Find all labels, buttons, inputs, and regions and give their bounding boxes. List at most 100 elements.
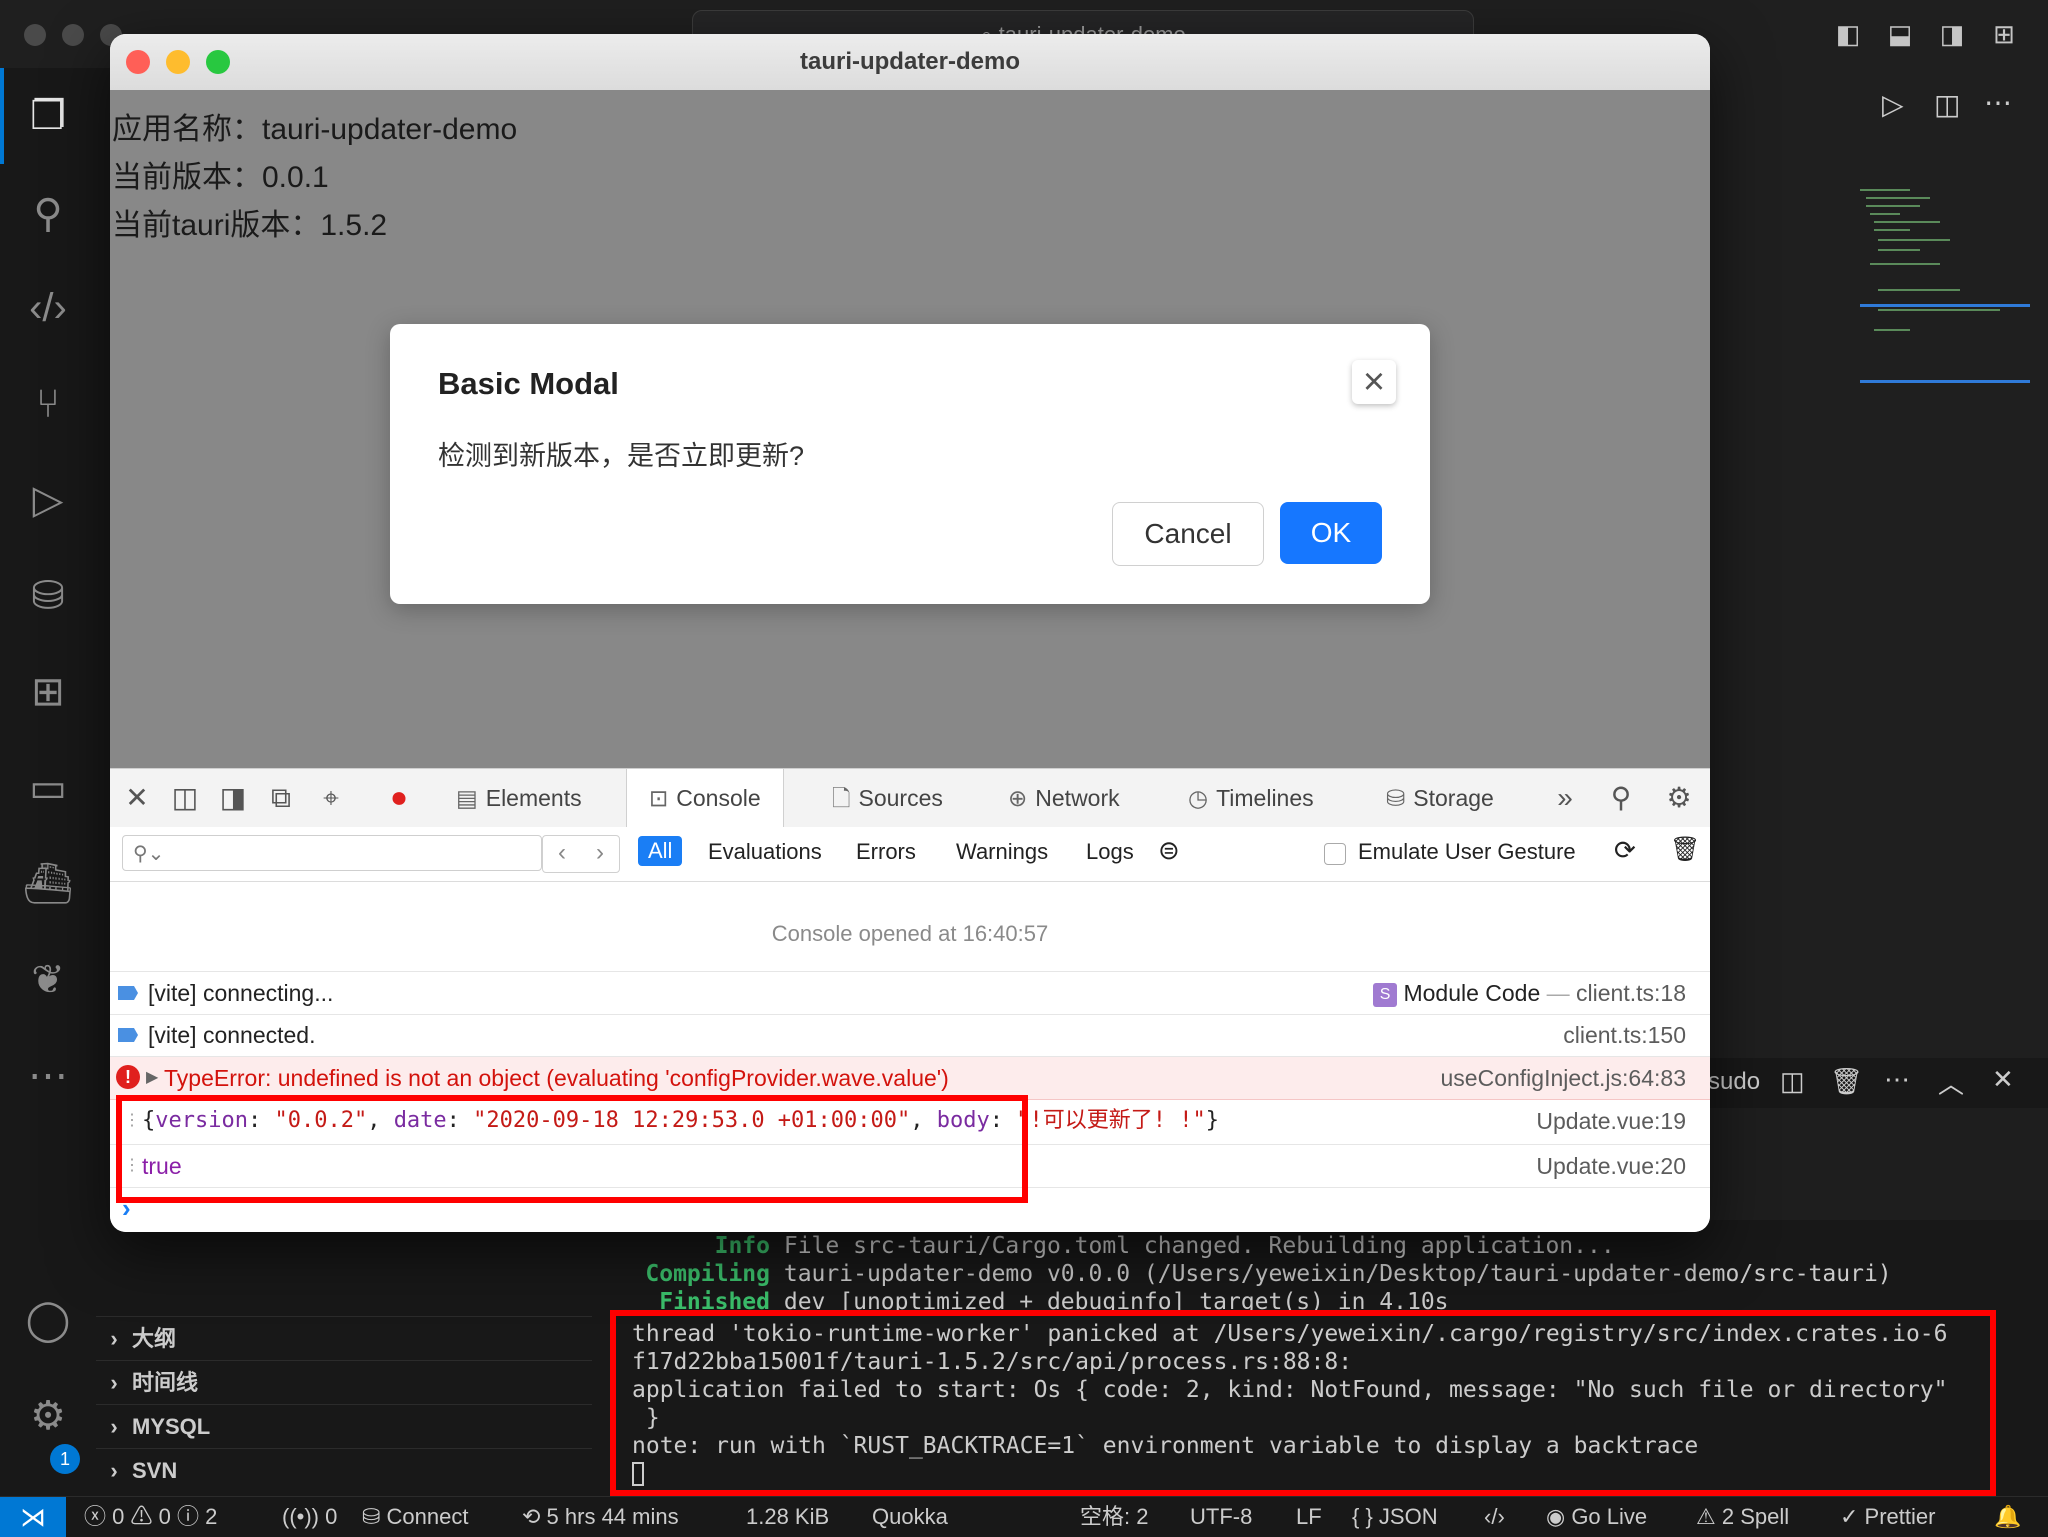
encoding-status[interactable]: UTF-8: [1190, 1497, 1252, 1537]
terminal-name[interactable]: sudo: [1708, 1068, 1760, 1096]
minimap[interactable]: [1850, 180, 2030, 420]
more-actions-icon[interactable]: ⋯: [1984, 86, 2012, 119]
modal-body: 检测到新版本，是否立即更新?: [438, 441, 805, 471]
notifications-bell-icon[interactable]: 🔔: [1994, 1497, 2021, 1537]
detach-window-icon[interactable]: ⧉: [264, 781, 298, 815]
more-tabs-icon[interactable]: »: [1548, 781, 1582, 815]
close-icon[interactable]: ×: [1352, 360, 1396, 404]
problems-status[interactable]: ⓧ 0 ⚠ 0 ⓘ 2: [84, 1497, 217, 1537]
close-panel-icon[interactable]: ✕: [1992, 1064, 2014, 1095]
filter-all[interactable]: All: [638, 836, 683, 866]
console-opened-text: Console opened at 16:40:57: [771, 921, 1049, 946]
remote-indicator-icon[interactable]: ⋊: [0, 1497, 66, 1537]
run-icon[interactable]: ▷: [1882, 88, 1904, 121]
split-editor-icon[interactable]: ◫: [1934, 88, 1960, 121]
log-row[interactable]: [vite] connecting... S Module Code — cli…: [110, 971, 1710, 1015]
tab-timelines[interactable]: ◷ Timelines: [1188, 769, 1314, 827]
remote-code-icon[interactable]: ‹/›: [1484, 1497, 1505, 1537]
tab-sources[interactable]: 🗋 Sources: [832, 769, 943, 827]
tab-console[interactable]: ⊡ Console: [626, 769, 784, 828]
clear-console-icon[interactable]: 🗑: [1670, 835, 1700, 864]
remote-explorer-icon[interactable]: ‹/›: [18, 278, 78, 338]
run-debug-icon[interactable]: ▷: [18, 470, 78, 530]
highlight-box-console: [116, 1095, 1028, 1203]
chevron-right-icon[interactable]: ›: [596, 836, 604, 872]
chevron-right-icon: ›: [110, 1458, 118, 1483]
search-icon[interactable]: ⚲: [1604, 781, 1638, 815]
search-icon[interactable]: ⚲: [18, 184, 78, 244]
split-terminal-icon[interactable]: ◫: [1780, 1066, 1805, 1097]
reload-icon[interactable]: ⟳: [1614, 835, 1636, 866]
account-icon[interactable]: ◯: [18, 1290, 78, 1350]
terminal-line: Compiling tauri-updater-demo v0.0.0 (/Us…: [645, 1261, 1892, 1287]
modal-title: Basic Modal: [438, 366, 619, 401]
sidebar-section-mysql[interactable]: › MYSQL: [96, 1404, 592, 1449]
dock-left-icon[interactable]: ◫: [168, 781, 202, 815]
remote-monitor-icon[interactable]: ▭: [18, 758, 78, 818]
quokka-status[interactable]: Quokka: [872, 1497, 948, 1537]
filter-warnings[interactable]: Warnings: [956, 839, 1048, 865]
storage-icon: ⛁: [1386, 785, 1406, 811]
connect-status[interactable]: ⛁ Connect: [362, 1497, 469, 1537]
source-link[interactable]: client.ts:150: [1563, 1014, 1686, 1056]
more-actions-icon[interactable]: ⋯: [1884, 1064, 1910, 1095]
log-row-error[interactable]: ! ▶ TypeError: undefined is not an objec…: [110, 1057, 1710, 1100]
spell-status[interactable]: ⚠ 2 Spell: [1696, 1497, 1789, 1537]
filter-logs[interactable]: Logs: [1086, 839, 1134, 865]
terminal-line: Info File src-tauri/Cargo.toml changed. …: [714, 1233, 1615, 1259]
source-link[interactable]: client.ts:18: [1576, 980, 1686, 1006]
leaf-icon[interactable]: ❦: [18, 950, 78, 1010]
language-status[interactable]: { } JSON: [1352, 1497, 1438, 1537]
extensions-icon[interactable]: ⊞: [18, 662, 78, 722]
tauri-version-line: 当前tauri版本：1.5.2: [112, 209, 388, 242]
cancel-button[interactable]: Cancel: [1112, 502, 1264, 566]
element-picker-icon[interactable]: ⌖: [314, 781, 348, 815]
clock-icon: ◷: [1188, 785, 1209, 811]
time-tracking-status[interactable]: ⟲ 5 hrs 44 mins: [522, 1497, 679, 1537]
source-link[interactable]: Update.vue:20: [1536, 1145, 1686, 1187]
console-icon: ⊡: [649, 785, 669, 811]
console-filter-input[interactable]: ⚲⌄: [122, 835, 542, 871]
explorer-icon[interactable]: ❐: [18, 86, 78, 146]
source-link[interactable]: Update.vue:19: [1536, 1100, 1686, 1142]
filter-evaluations[interactable]: Evaluations: [708, 839, 822, 865]
toggle-secondary-sidebar-icon[interactable]: ◨: [1936, 18, 1968, 50]
more-icon[interactable]: ⋯: [18, 1046, 78, 1106]
filter-options-icon[interactable]: ⊜: [1158, 835, 1180, 866]
window-close-dot[interactable]: [24, 24, 46, 46]
sidebar-section-svn[interactable]: › SVN: [96, 1448, 592, 1493]
database-icon[interactable]: ⛁: [18, 566, 78, 626]
error-indicator-icon[interactable]: ⏺: [382, 781, 416, 815]
dock-right-icon[interactable]: ◨: [216, 781, 250, 815]
sidebar-section-outline[interactable]: › 大纲: [96, 1316, 592, 1361]
source-control-icon[interactable]: ⑂: [18, 374, 78, 434]
maximize-panel-icon[interactable]: ︿: [1938, 1064, 1964, 1101]
disclosure-triangle-icon[interactable]: ▶: [146, 1057, 158, 1099]
source-link[interactable]: useConfigInject.js:64:83: [1441, 1057, 1687, 1099]
indent-status[interactable]: 空格: 2: [1080, 1497, 1148, 1537]
history-nav[interactable]: ‹ ›: [542, 835, 620, 873]
tab-storage[interactable]: ⛁ Storage: [1386, 769, 1494, 827]
emulate-gesture-checkbox[interactable]: [1324, 843, 1346, 865]
sidebar-section-timeline[interactable]: › 时间线: [96, 1360, 592, 1405]
prettier-status[interactable]: ✓ Prettier: [1840, 1497, 1935, 1537]
toggle-sidebar-icon[interactable]: ◧: [1832, 18, 1864, 50]
close-icon[interactable]: ✕: [120, 781, 154, 815]
settings-gear-icon[interactable]: ⚙: [1662, 781, 1696, 815]
toggle-panel-icon[interactable]: ⬓: [1884, 18, 1916, 50]
tab-elements[interactable]: ▤ Elements: [456, 769, 582, 827]
ok-button[interactable]: OK: [1280, 502, 1382, 564]
docker-icon[interactable]: ⛴: [18, 854, 78, 914]
file-size-status: 1.28 KiB: [746, 1504, 830, 1529]
tab-network[interactable]: ⊕ Network: [1008, 769, 1120, 827]
golive-status[interactable]: ◉ Go Live: [1546, 1497, 1647, 1537]
ports-status[interactable]: ((•)) 0: [282, 1497, 337, 1537]
eol-status[interactable]: LF: [1296, 1497, 1322, 1537]
chevron-left-icon[interactable]: ‹: [558, 836, 566, 872]
filter-errors[interactable]: Errors: [856, 839, 916, 865]
trash-icon[interactable]: 🗑: [1830, 1066, 1863, 1097]
settings-gear-icon[interactable]: ⚙: [18, 1386, 78, 1446]
customize-layout-icon[interactable]: ⊞: [1988, 18, 2020, 50]
log-row[interactable]: [vite] connected. client.ts:150: [110, 1014, 1710, 1057]
window-minimize-dot[interactable]: [62, 24, 84, 46]
